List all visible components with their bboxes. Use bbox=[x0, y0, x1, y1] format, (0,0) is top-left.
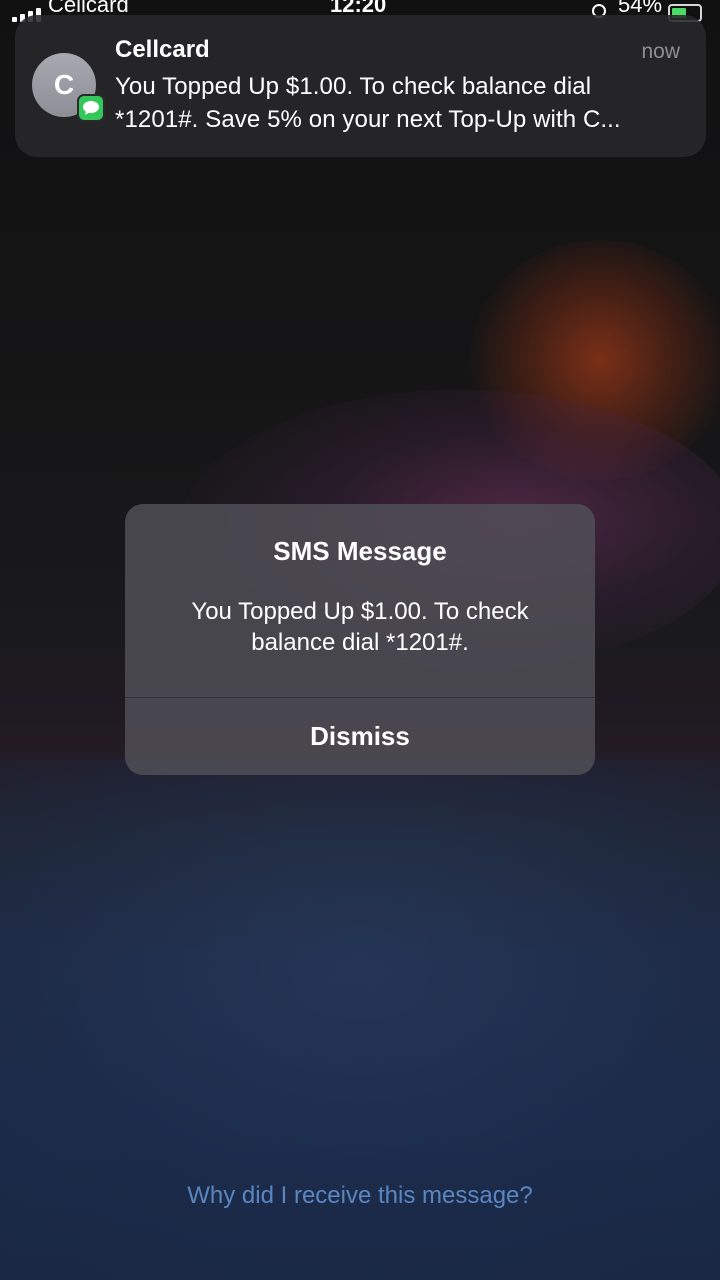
messages-icon bbox=[77, 94, 105, 122]
notification-banner[interactable]: C Cellcard now You Topped Up $1.00. To c… bbox=[15, 15, 706, 157]
notification-time: now bbox=[641, 40, 680, 63]
notification-body-line: *1201#. Save 5% on your next Top-Up with… bbox=[115, 106, 621, 133]
why-received-link[interactable]: Why did I receive this message? bbox=[0, 1182, 720, 1210]
notification-title: Cellcard bbox=[115, 36, 210, 63]
alert-message: You Topped Up $1.00. To check balance di… bbox=[145, 596, 575, 658]
alert-title: SMS Message bbox=[273, 536, 447, 566]
sms-alert-dialog: SMS Message You Topped Up $1.00. To chec… bbox=[125, 504, 595, 775]
notification-body-line: You Topped Up $1.00. To check balance di… bbox=[115, 73, 592, 100]
alert-message-line: You Topped Up $1.00. To check bbox=[191, 598, 529, 625]
dismiss-button[interactable]: Dismiss bbox=[125, 698, 595, 775]
alert-message-line: balance dial *1201#. bbox=[251, 629, 469, 656]
alert-content: SMS Message You Topped Up $1.00. To chec… bbox=[125, 504, 595, 697]
notification-body: You Topped Up $1.00. To check balance di… bbox=[115, 70, 685, 136]
